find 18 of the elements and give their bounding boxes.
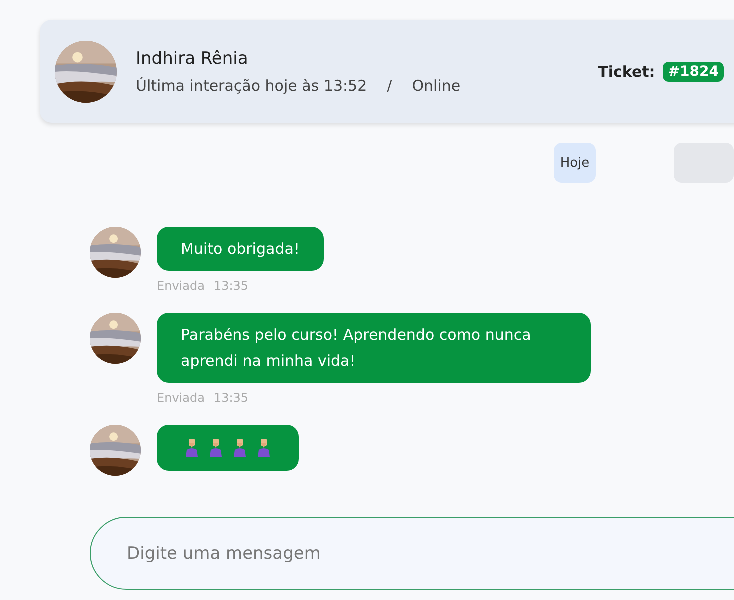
message-bubble: Muito obrigada!	[157, 227, 324, 271]
bowing-person-icon	[209, 439, 223, 457]
bowing-person-icon	[185, 439, 199, 457]
message-status: Enviada	[157, 391, 205, 405]
ticket-number: #1824	[663, 62, 724, 82]
message-time: 13:35	[214, 279, 249, 293]
message-bubble: Parabéns pelo curso! Aprendendo como nunca aprendi na minha vida!	[157, 313, 591, 383]
bowing-person-icon	[233, 439, 247, 457]
bowing-person-icon	[257, 439, 271, 457]
ticket-label: Ticket:	[598, 62, 656, 80]
last-interaction: Última interação hoje às 13:52	[136, 76, 368, 94]
message-time: 13:35	[214, 391, 249, 405]
message-status: Enviada	[157, 279, 205, 293]
online-status: Online	[412, 76, 461, 94]
date-chip: Hoje	[554, 143, 596, 183]
separator: /	[387, 76, 392, 94]
contact-name: Indhira Rênia	[136, 48, 250, 68]
message-input[interactable]: Digite uma mensagem	[90, 517, 734, 590]
